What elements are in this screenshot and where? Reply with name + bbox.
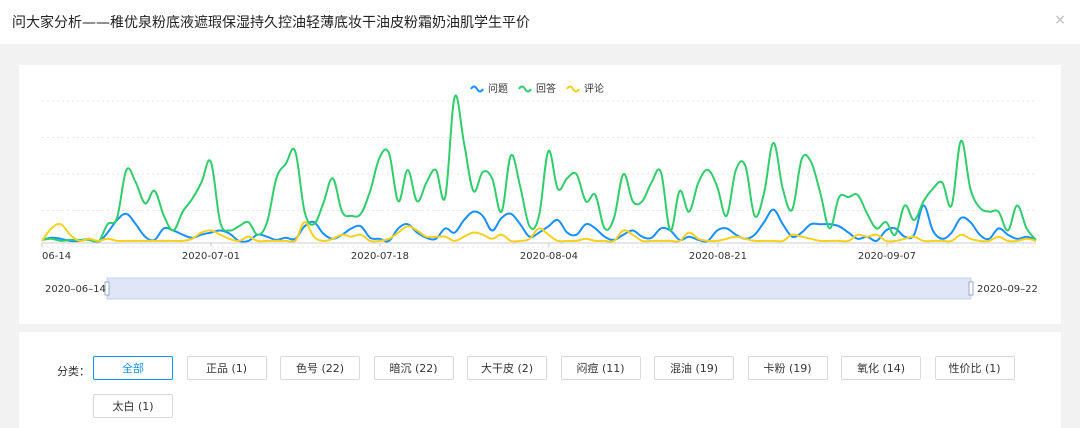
legend-swatch-icon [470,85,484,93]
close-icon[interactable]: × [1054,12,1066,28]
slider-handle-right [968,281,974,296]
filter-chip[interactable]: 闷痘 (11) [560,356,641,380]
data-zoom-slider: 2020–06–14 2020–09–22 [45,277,1038,300]
grid-lines [42,100,1036,248]
filter-chip[interactable]: 混油 (19) [654,356,734,380]
legend-label: 评论 [584,82,604,95]
dialog-title: 问大家分析——稚优泉粉底液遮瑕保湿持久控油轻薄底妆干油皮粉霜奶油肌学生平价 [12,15,530,31]
x-tick-label: 06-14 [42,251,71,262]
series-line-回答 [41,94,1037,244]
x-tick-label: 2020-07-01 [182,251,240,262]
x-tick-label: 2020-08-04 [520,251,578,262]
filter-chip[interactable]: 色号 (22) [280,356,360,380]
filter-chip[interactable]: 暗沉 (22) [373,356,454,380]
filter-chip[interactable]: 卡粉 (19) [747,356,828,380]
chart-card: 问题 回答 评论 06-14 2020-07-01 2020-07-18 2020-08-… [19,65,1061,324]
x-tick-label: 2020-08-21 [689,251,747,262]
filter-chip[interactable]: 全部 [93,356,173,380]
legend-swatch-icon [518,85,532,93]
legend-swatch-icon [566,85,580,93]
x-tick-label: 2020-07-18 [351,251,409,262]
filter-chip[interactable]: 正品 (1) [186,356,267,380]
filter-chip[interactable]: 大干皮 (2) [467,356,547,380]
legend-label: 问题 [488,82,508,95]
filter-chip[interactable]: 氧化 (14) [841,356,921,380]
filter-card: 分类： 全部 正品 (1) 色号 (22) 暗沉 (22) 大干皮 (2) 闷痘 (11)… [19,332,1061,428]
chart-series [41,94,1037,244]
filter-chip[interactable]: 太白 (1) [93,394,173,418]
filter-label: 分类： [57,365,90,378]
filter-chip[interactable]: 性价比 (1) [934,356,1015,380]
legend-label: 回答 [536,82,556,95]
slider-start-label: 2020–06–14 [45,284,106,295]
trend-chart: 问题 回答 评论 06-14 2020-07-01 2020-07-18 2020-08-… [41,82,1038,300]
chart-legend: 问题 回答 评论 [470,82,604,95]
dialog-header: 问大家分析——稚优泉粉底液遮瑕保湿持久控油轻薄底妆干油皮粉霜奶油肌学生平价 × [0,0,1080,44]
x-axis: 06-14 2020-07-01 2020-07-18 2020-08-04 2020-… [41,242,1036,262]
slider-end-label: 2020–09–22 [977,284,1038,295]
x-tick-label: 2020-09-07 [858,251,916,262]
slider-selection [106,277,972,300]
